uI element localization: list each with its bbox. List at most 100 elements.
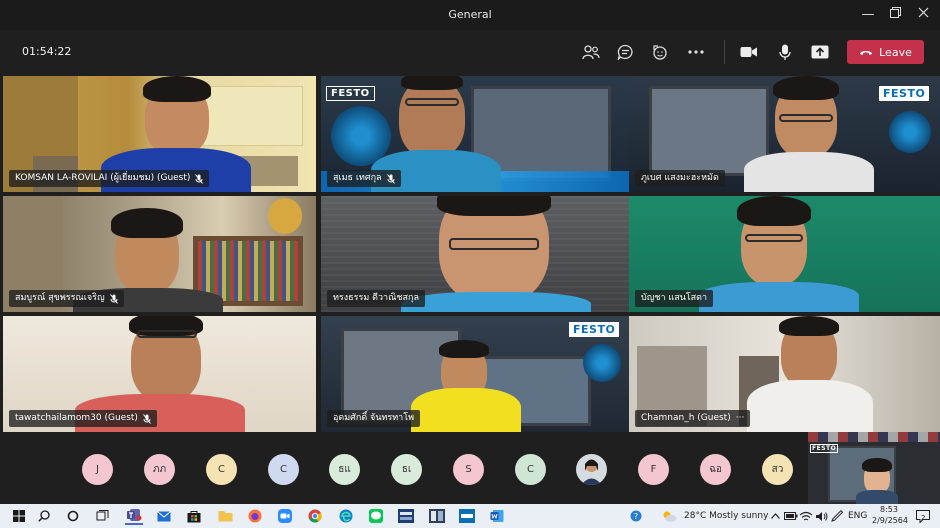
participant-avatar[interactable]: J xyxy=(82,454,113,485)
muted-mic-icon xyxy=(143,413,151,424)
more-actions-button[interactable] xyxy=(684,40,708,64)
cortana-icon xyxy=(67,510,79,522)
self-view-video[interactable]: FESTO xyxy=(808,432,940,504)
start-button[interactable] xyxy=(10,507,28,525)
participant-name: KOMSAN LA-ROVILAI (ผู้เยี่ยมชม) (Guest) xyxy=(15,173,191,183)
festo-logo: FESTO xyxy=(326,86,375,101)
video-tile[interactable]: FESTO ภูเบศ แสงมะฮะหมัด xyxy=(629,76,940,192)
participant-avatar[interactable]: F xyxy=(638,454,669,485)
camera-icon xyxy=(740,47,757,57)
firefox-app-button[interactable] xyxy=(246,507,264,525)
teams-icon xyxy=(127,509,142,521)
people-icon xyxy=(582,45,600,60)
reactions-button[interactable] xyxy=(648,40,672,64)
participant-nameplate: ภูเบศ แสงมะฮะหมัด xyxy=(635,170,725,187)
participant-avatar[interactable]: C xyxy=(515,454,546,485)
show-chat-button[interactable] xyxy=(613,40,637,64)
minimize-button[interactable]: — xyxy=(858,5,878,25)
video-tile[interactable]: ทรงธรรม ดีวาณิชสกุล xyxy=(321,196,634,312)
festo-app-button[interactable] xyxy=(458,507,476,525)
mic-toggle-button[interactable] xyxy=(773,40,797,64)
muted-mic-icon xyxy=(109,293,118,304)
participant-avatar[interactable]: สว xyxy=(762,454,793,485)
participant-more-icon[interactable]: ··· xyxy=(736,410,745,427)
restore-icon xyxy=(889,7,901,18)
share-screen-button[interactable] xyxy=(808,40,832,64)
participant-avatar[interactable]: C xyxy=(206,454,237,485)
close-icon xyxy=(918,7,928,18)
edge-app-button[interactable] xyxy=(337,507,355,525)
participant-avatar[interactable]: S xyxy=(453,454,484,485)
window-title: General xyxy=(448,8,492,21)
video-tile[interactable]: FESTO สุเมธ เทศกุล xyxy=(321,76,634,192)
wifi-icon xyxy=(799,511,813,520)
store-icon xyxy=(187,510,201,522)
participant-nameplate: บัญชา แสนโสดา xyxy=(635,290,714,307)
task-view-button[interactable] xyxy=(93,507,111,525)
maximize-button[interactable] xyxy=(885,5,905,25)
participant-nameplate: tawatchailamom30 (Guest) xyxy=(9,410,157,427)
close-button[interactable] xyxy=(913,5,933,25)
windows-logo-icon xyxy=(13,510,25,522)
participant-photo-avatar[interactable] xyxy=(576,454,607,485)
video-tile[interactable]: tawatchailamom30 (Guest) xyxy=(3,316,316,432)
show-participants-button[interactable] xyxy=(579,40,603,64)
zoom-app-button[interactable] xyxy=(276,507,294,525)
edge-icon xyxy=(339,509,353,523)
participant-name: tawatchailamom30 (Guest) xyxy=(15,413,138,423)
clock-time[interactable]: 8:53 xyxy=(880,505,898,514)
participant-avatar[interactable]: ภภ xyxy=(144,454,175,485)
camera-toggle-button[interactable] xyxy=(737,40,761,64)
mail-app-button[interactable] xyxy=(155,507,173,525)
chrome-app-button[interactable] xyxy=(306,507,324,525)
teams-meeting-window: General — 01:54:22 Leave KOMSAN LA-ROVIL… xyxy=(0,0,940,528)
ciros-icon xyxy=(398,509,414,523)
video-tile[interactable]: FESTO อุดมศักดิ์ จันทรทาโพ xyxy=(321,316,634,432)
weather-widget-icon[interactable] xyxy=(660,507,678,525)
meeting-timer: 01:54:22 xyxy=(22,45,72,58)
meet-now-button[interactable] xyxy=(828,507,846,525)
participant-avatar[interactable]: ฉอ xyxy=(700,454,731,485)
input-language-indicator[interactable]: ENG xyxy=(848,511,867,521)
video-tile[interactable]: KOMSAN LA-ROVILAI (ผู้เยี่ยมชม) (Guest) xyxy=(3,76,316,192)
chat-icon xyxy=(617,44,633,60)
video-tile[interactable]: Chamnan_h (Guest) ··· xyxy=(629,316,940,432)
participant-nameplate: Chamnan_h (Guest) ··· xyxy=(635,410,751,427)
video-tile[interactable]: บัญชา แสนโสดา xyxy=(629,196,940,312)
tray-app-icon[interactable]: ? xyxy=(627,507,645,525)
cortana-button[interactable] xyxy=(64,507,82,525)
task-view-icon xyxy=(96,510,108,521)
video-tile[interactable]: สมบูรณ์ สุขพรรณเจริญ xyxy=(3,196,316,312)
automation-studio-button[interactable] xyxy=(397,507,415,525)
clock-date[interactable]: 2/9/2564 xyxy=(872,516,908,525)
participant-avatar[interactable]: C xyxy=(268,454,299,485)
svg-text:?: ? xyxy=(634,512,638,521)
weather-text[interactable]: 28°C Mostly sunny xyxy=(684,511,768,521)
participant-strip: J ภภ C C ธแ ธเ S C F ฉอ สว xyxy=(0,432,808,504)
line-app-button[interactable] xyxy=(367,507,385,525)
participant-name: ภูเบศ แสงมะฮะหมัด xyxy=(641,173,719,183)
participant-name: อุดมศักดิ์ จันทรทาโพ xyxy=(333,413,414,423)
windows-taskbar: ? 28°C Mostly sunny ENG 8:53 2/9/2564 2 xyxy=(0,504,940,528)
title-bar: General — xyxy=(0,0,940,30)
line-icon xyxy=(369,509,383,523)
partly-sunny-icon xyxy=(663,511,677,522)
muted-mic-icon xyxy=(195,173,204,184)
leave-button[interactable]: Leave xyxy=(847,40,924,64)
search-button[interactable] xyxy=(35,507,53,525)
meeting-toolbar: 01:54:22 Leave xyxy=(0,30,940,74)
file-explorer-button[interactable] xyxy=(216,507,234,525)
teams-app-button[interactable] xyxy=(125,507,143,525)
participant-avatar[interactable]: ธเ xyxy=(391,454,422,485)
word-app-button[interactable] xyxy=(488,507,506,525)
store-app-button[interactable] xyxy=(185,507,203,525)
participant-name: บัญชา แสนโสดา xyxy=(641,293,708,303)
fluidsim-app-button[interactable] xyxy=(428,507,446,525)
participant-avatar[interactable]: ธแ xyxy=(329,454,360,485)
notification-center-button[interactable]: 2 xyxy=(914,507,932,525)
festo-logo: FESTO xyxy=(810,444,839,453)
participant-name: สมบูรณ์ สุขพรรณเจริญ xyxy=(15,293,105,303)
notification-count: 2 xyxy=(921,514,926,522)
hangup-icon xyxy=(860,50,873,55)
participant-face xyxy=(399,78,465,158)
